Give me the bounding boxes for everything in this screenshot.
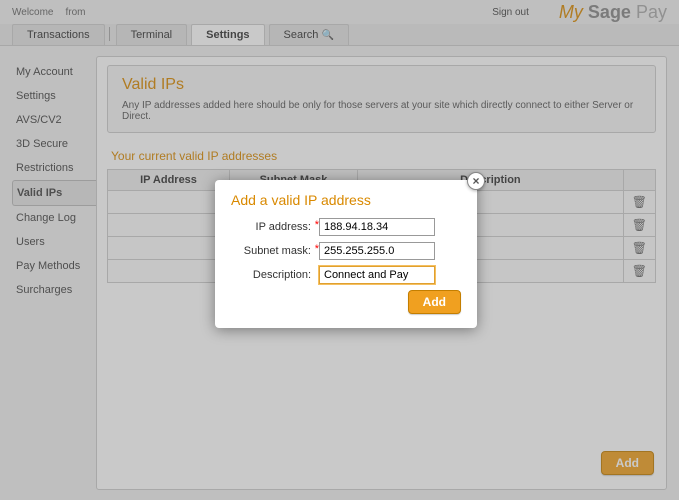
- label-ip: IP address:: [231, 221, 319, 233]
- add-ip-modal: × Add a valid IP address IP address: Sub…: [215, 180, 477, 328]
- subnet-mask-input[interactable]: [319, 242, 435, 260]
- description-input[interactable]: [319, 266, 435, 284]
- modal-title: Add a valid IP address: [231, 192, 461, 208]
- modal-add-button[interactable]: Add: [408, 290, 461, 314]
- close-icon[interactable]: ×: [467, 172, 485, 190]
- ip-address-input[interactable]: [319, 218, 435, 236]
- label-mask: Subnet mask:: [231, 245, 319, 257]
- label-desc: Description:: [231, 269, 319, 281]
